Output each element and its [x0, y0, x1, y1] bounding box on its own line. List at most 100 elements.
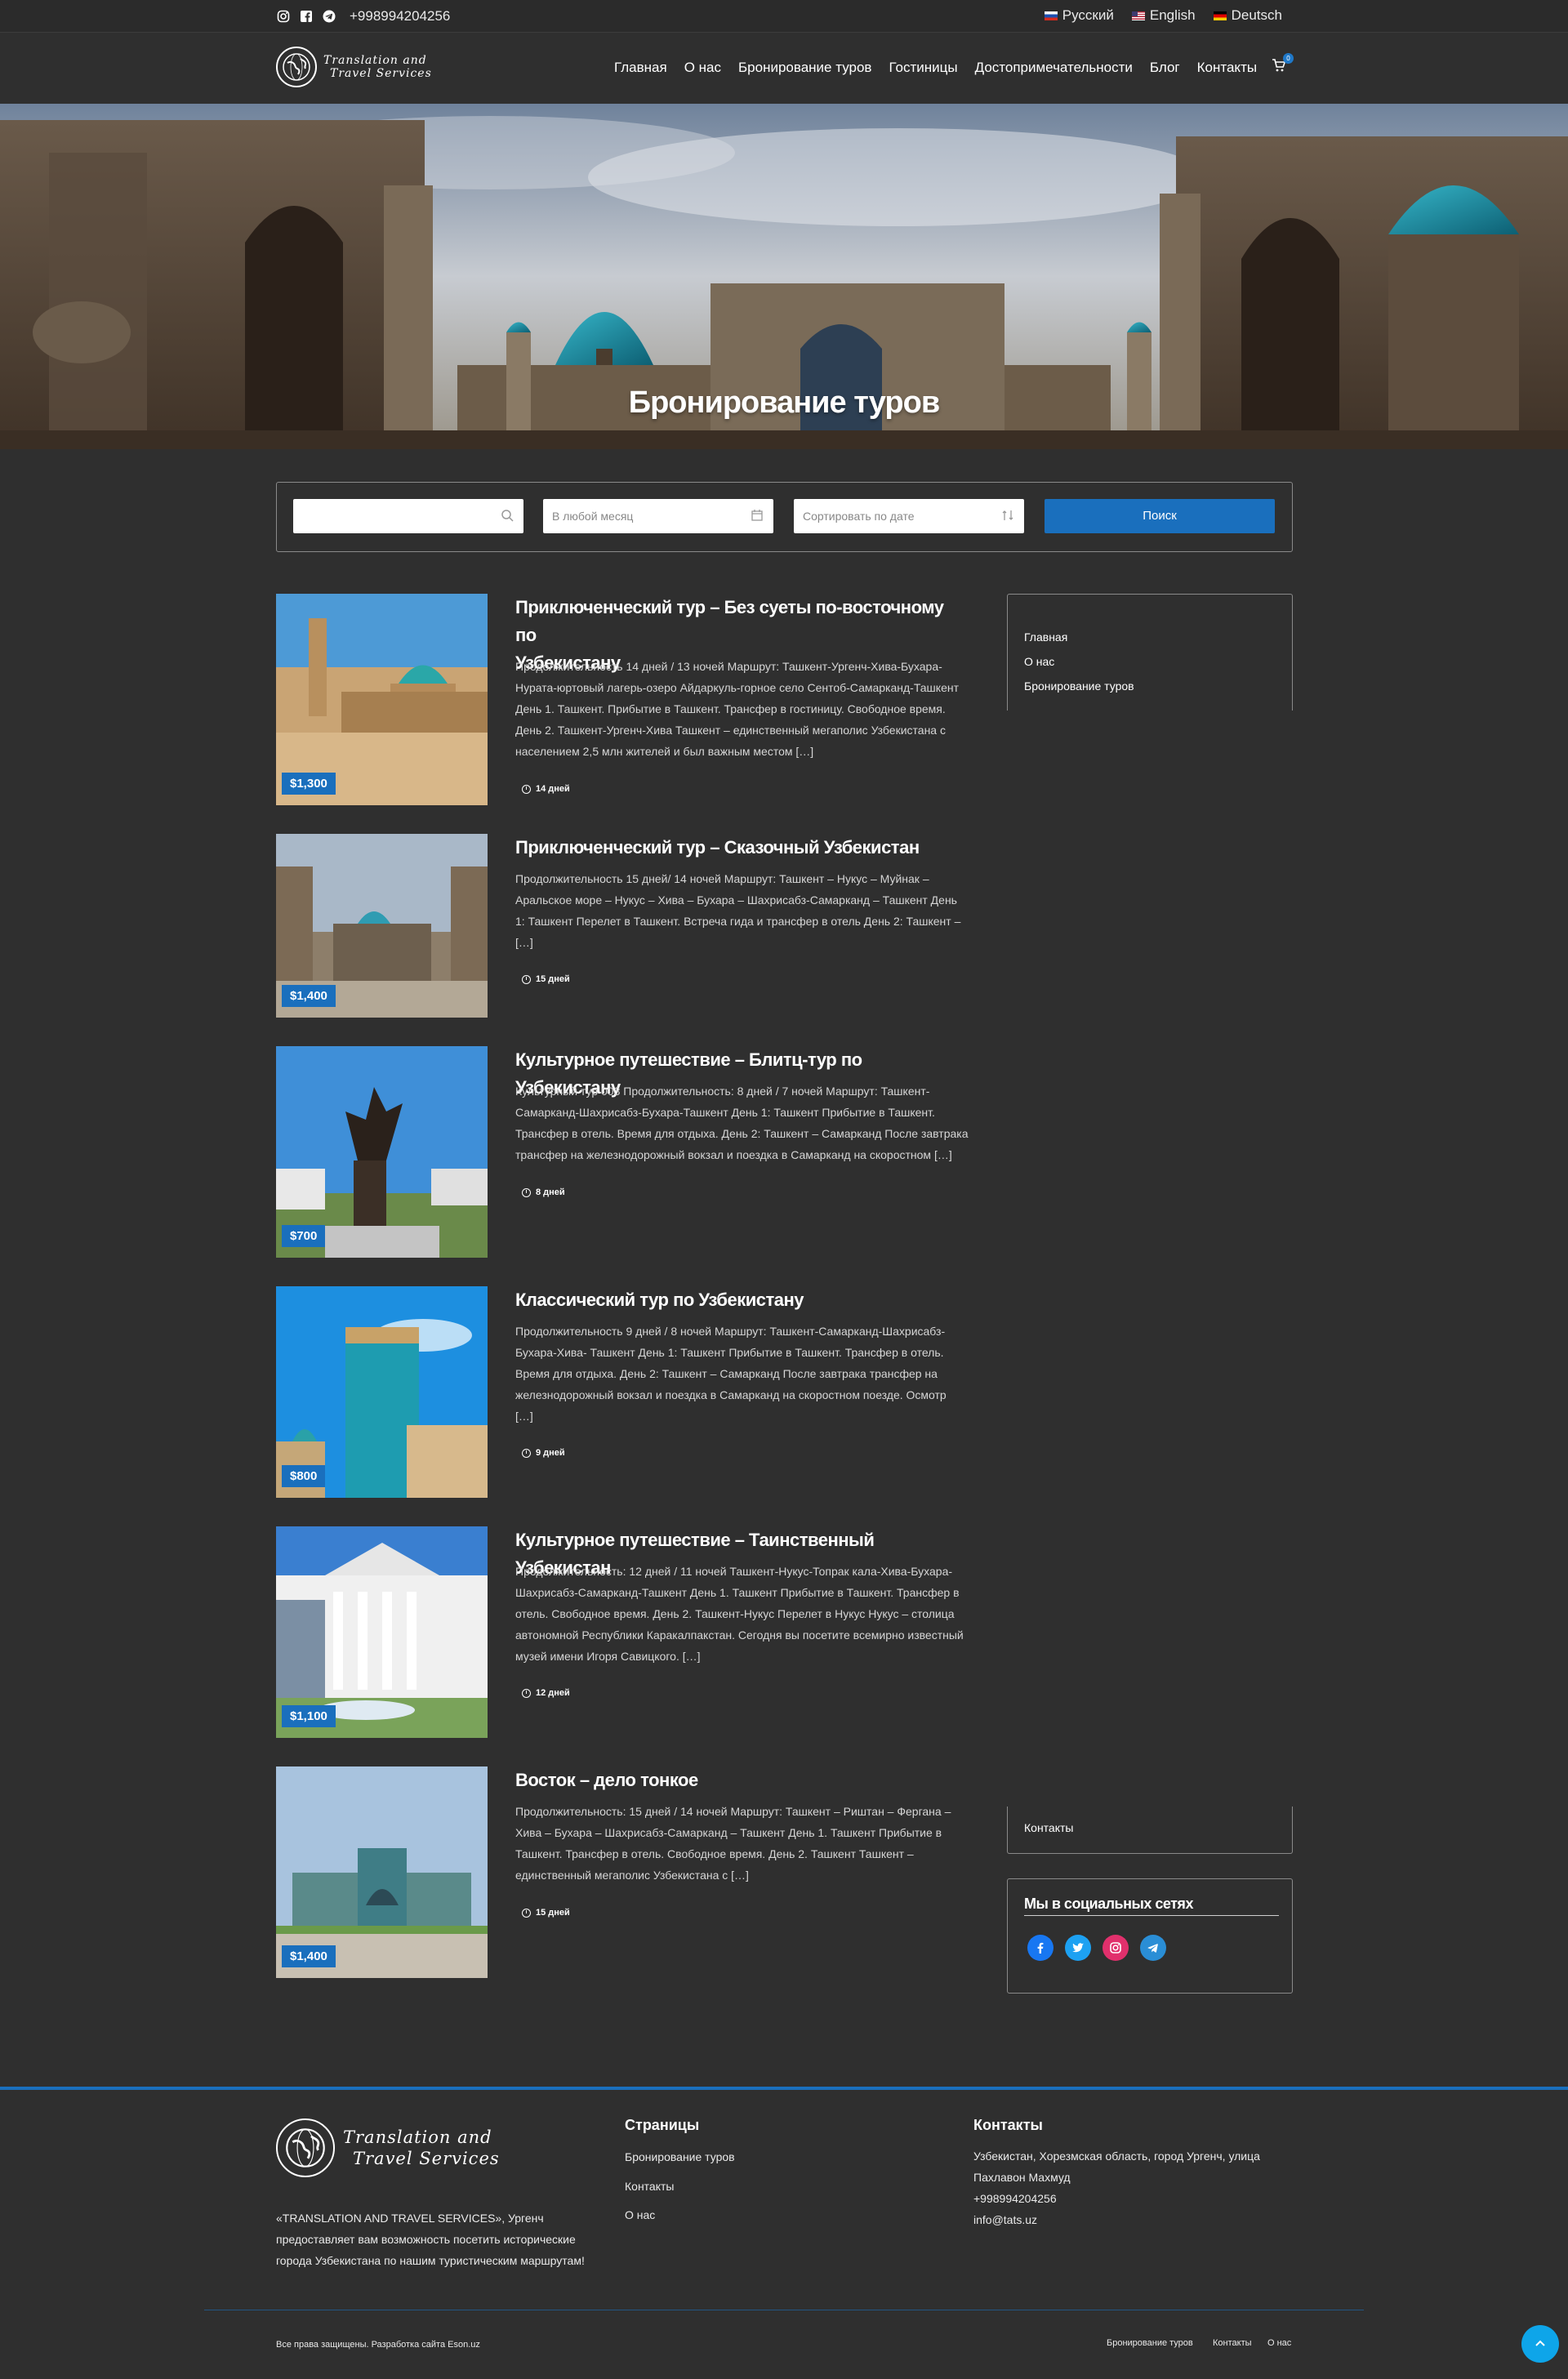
- desc-line: Шахрисабз-Самарканд-Ташкент День 1. Ташк…: [515, 1586, 960, 1599]
- hero-title: Бронирование туров: [628, 385, 940, 420]
- tour-duration: 8 дней: [522, 1187, 565, 1197]
- nav-contacts[interactable]: Контакты: [1197, 60, 1257, 76]
- about-line: предоставляет вам возможность посетить и…: [276, 2233, 576, 2246]
- tour-price: $1,300: [282, 773, 336, 795]
- sidebar-link-contacts[interactable]: Контакты: [1024, 1821, 1073, 1834]
- desc-line: населением 2,5 млн жителей и был важным …: [515, 745, 814, 758]
- instagram-icon: [1110, 1942, 1121, 1954]
- lang-russian[interactable]: Русский: [1044, 7, 1114, 24]
- telegram-button[interactable]: [1140, 1935, 1166, 1961]
- tour-title-line: Приключенческий тур – Без суеты по-восто…: [515, 597, 944, 645]
- tour-image-registan[interactable]: $1,400: [276, 834, 488, 1018]
- lang-deutsch[interactable]: Deutsch: [1213, 7, 1282, 24]
- footer-logo[interactable]: Translation and Travel Services: [276, 2118, 500, 2177]
- desc-line: Продолжительность: 12 дней / 11 ночей Та…: [515, 1565, 953, 1578]
- sort-placeholder: Сортировать по дате: [803, 510, 915, 523]
- clock-icon: [522, 1908, 531, 1918]
- tour-image-khiva[interactable]: $1,300: [276, 594, 488, 805]
- tour-image-kokand[interactable]: $1,400: [276, 1766, 488, 1978]
- logo-line2: Travel Services: [330, 67, 432, 80]
- footer-email[interactable]: info@tats.uz: [973, 2209, 1260, 2230]
- desc-line: отель. Свободное время. День 2. Ташкент-…: [515, 1607, 955, 1620]
- nav-home[interactable]: Главная: [614, 60, 667, 76]
- keyword-search-input[interactable]: [293, 499, 523, 533]
- nav-sights[interactable]: Достопримечательности: [975, 60, 1133, 76]
- sidebar-link-about[interactable]: О нас: [1024, 655, 1054, 668]
- main-nav: Главная О нас Бронирование туров Гостини…: [614, 60, 1274, 76]
- site-logo[interactable]: Translation and Travel Services: [276, 47, 432, 87]
- tour-description: Культурный тур 003 Продолжительность: 8 …: [515, 1080, 969, 1165]
- calendar-icon: [751, 510, 763, 521]
- telegram-icon[interactable]: [322, 9, 336, 24]
- footer-pages-title: Страницы: [625, 2117, 700, 2133]
- footer-link-contacts[interactable]: Контакты: [625, 2180, 674, 2193]
- address-line: Пахлавон Махмуд: [973, 2171, 1071, 2184]
- desc-line: Аральское море – Нукус – Хива – Бухара –…: [515, 893, 957, 907]
- desc-line: […]: [515, 1410, 533, 1423]
- lang-english[interactable]: English: [1131, 7, 1196, 24]
- facebook-button[interactable]: [1027, 1935, 1054, 1961]
- sidebar-link-home[interactable]: Главная: [1024, 630, 1067, 644]
- bottom-link-contacts[interactable]: Контакты: [1213, 2338, 1252, 2348]
- desc-line: Продолжительность 9 дней / 8 ночей Маршр…: [515, 1325, 946, 1338]
- cart-button[interactable]: 0: [1272, 53, 1294, 78]
- duration-label: 12 дней: [536, 1688, 570, 1698]
- copyright: Все права защищены. Разработка сайта Eso…: [276, 2340, 480, 2350]
- tour-image-monument[interactable]: $700: [276, 1046, 488, 1258]
- bottom-link-tour-booking[interactable]: Бронирование туров: [1107, 2338, 1193, 2348]
- tour-duration: 15 дней: [522, 974, 570, 984]
- globe-logo-icon: [276, 2118, 335, 2177]
- tour-title[interactable]: Классический тур по Узбекистану: [515, 1286, 964, 1314]
- about-line: «TRANSLATION AND TRAVEL SERVICES», Урген…: [276, 2212, 544, 2225]
- footer-link-tour-booking[interactable]: Бронирование туров: [625, 2150, 735, 2163]
- top-phone[interactable]: +998994204256: [350, 8, 450, 25]
- tour-price: $1,400: [282, 985, 336, 1007]
- desc-line: Самарканд-Шахрисабз-Бухара-Ташкент День …: [515, 1106, 935, 1119]
- search-button[interactable]: Поиск: [1045, 499, 1275, 533]
- lang-label: English: [1149, 7, 1196, 23]
- search-icon: [501, 510, 514, 522]
- twitter-icon: [1072, 1943, 1084, 1953]
- clock-icon: [522, 1688, 531, 1698]
- tour-item: $1,400 Восток – дело тонкое Продолжитель…: [276, 1766, 962, 1978]
- twitter-button[interactable]: [1065, 1935, 1091, 1961]
- flag-en-icon: [1131, 11, 1145, 20]
- nav-blog[interactable]: Блог: [1150, 60, 1180, 76]
- nav-hotels[interactable]: Гостиницы: [889, 60, 957, 76]
- footer-phone[interactable]: +998994204256: [973, 2188, 1260, 2209]
- tour-item: $1,100 Культурное путешествие – Таинстве…: [276, 1526, 964, 1738]
- tour-duration: 15 дней: [522, 1908, 570, 1918]
- logo-line2: Travel Services: [353, 2149, 500, 2168]
- sort-select[interactable]: Сортировать по дате: [794, 499, 1024, 533]
- bottom-link-about[interactable]: О нас: [1267, 2338, 1291, 2348]
- scroll-to-top-button[interactable]: [1521, 2325, 1559, 2363]
- duration-label: 8 дней: [536, 1187, 565, 1197]
- nav-tour-booking[interactable]: Бронирование туров: [738, 60, 871, 76]
- tour-image-kalta-minor[interactable]: $800: [276, 1286, 488, 1498]
- footer-link-about[interactable]: О нас: [625, 2208, 655, 2221]
- instagram-icon[interactable]: [276, 9, 291, 24]
- tour-title[interactable]: Восток – дело тонкое: [515, 1766, 964, 1794]
- instagram-button[interactable]: [1102, 1935, 1129, 1961]
- tour-duration: 9 дней: [522, 1448, 565, 1458]
- tour-image-palace[interactable]: $1,100: [276, 1526, 488, 1738]
- logo-line1: Translation and: [343, 2127, 492, 2147]
- tour-description: Продолжительность 14 дней / 13 ночей Мар…: [515, 656, 969, 762]
- desc-line: […]: [515, 936, 533, 949]
- sidebar-link-tour-booking[interactable]: Бронирование туров: [1024, 679, 1134, 693]
- desc-line: Время для отдыха. День 2: Ташкент – Сама…: [515, 1367, 938, 1380]
- month-select[interactable]: В любой месяц: [543, 499, 773, 533]
- tour-title[interactable]: Приключенческий тур – Сказочный Узбекист…: [515, 834, 964, 862]
- desc-line: Продолжительность: 15 дней / 14 ночей Ма…: [515, 1805, 951, 1818]
- about-line: города Узбекистана по нашим туристически…: [276, 2254, 585, 2267]
- duration-label: 14 дней: [536, 784, 570, 794]
- facebook-icon: [1037, 1942, 1044, 1954]
- globe-logo-icon: [276, 47, 317, 87]
- social-title-underline: [1024, 1915, 1279, 1916]
- flag-ru-icon: [1044, 11, 1058, 20]
- desc-line: единственный мегаполис Узбекистана с […]: [515, 1869, 749, 1882]
- nav-about[interactable]: О нас: [684, 60, 721, 76]
- tour-item: $700 Культурное путешествие – Блитц-тур …: [276, 1046, 969, 1258]
- facebook-icon[interactable]: [299, 9, 314, 24]
- logo-line1: Translation and: [323, 54, 427, 67]
